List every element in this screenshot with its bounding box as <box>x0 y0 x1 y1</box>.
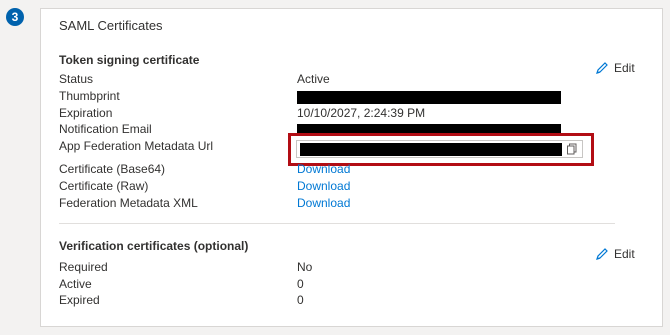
cert-raw-label: Certificate (Raw) <box>59 179 149 193</box>
pencil-icon <box>596 248 608 260</box>
notification-email-label: Notification Email <box>59 122 152 136</box>
verification-title: Verification certificates (optional) <box>59 239 249 253</box>
required-value: No <box>297 260 313 274</box>
required-label: Required <box>59 260 108 274</box>
section-divider <box>59 223 615 224</box>
thumbprint-label: Thumbprint <box>59 89 120 103</box>
status-row: Status Active <box>59 72 619 88</box>
expired-value: 0 <box>297 293 304 307</box>
metadata-url-redacted <box>300 143 562 156</box>
edit-label: Edit <box>614 247 635 261</box>
token-signing-title: Token signing certificate <box>59 53 200 67</box>
metadata-url-label: App Federation Metadata Url <box>59 139 214 153</box>
federation-xml-download-link[interactable]: Download <box>297 196 350 210</box>
expiration-label: Expiration <box>59 106 113 120</box>
card-title: SAML Certificates <box>59 18 163 33</box>
status-value: Active <box>297 72 330 86</box>
active-value: 0 <box>297 277 304 291</box>
expiration-value: 10/10/2027, 2:24:39 PM <box>297 106 426 120</box>
saml-certificates-card: SAML Certificates Token signing certific… <box>40 8 663 327</box>
required-row: Required No <box>59 260 619 276</box>
cert-base64-download-link[interactable]: Download <box>297 162 350 176</box>
metadata-url-field[interactable] <box>296 140 583 158</box>
expired-label: Expired <box>59 293 100 307</box>
cert-raw-download-link[interactable]: Download <box>297 179 350 193</box>
copy-icon[interactable] <box>566 143 578 155</box>
expired-row: Expired 0 <box>59 293 619 309</box>
cert-base64-label: Certificate (Base64) <box>59 162 166 176</box>
verification-edit-button[interactable]: Edit <box>595 247 635 261</box>
step-badge: 3 <box>6 8 24 26</box>
active-row: Active 0 <box>59 277 619 293</box>
thumbprint-redacted <box>297 91 561 104</box>
federation-xml-row: Federation Metadata XML Download <box>59 196 619 212</box>
federation-xml-label: Federation Metadata XML <box>59 196 198 210</box>
cert-base64-row: Certificate (Base64) Download <box>59 162 619 178</box>
active-label: Active <box>59 277 92 291</box>
status-label: Status <box>59 72 94 86</box>
thumbprint-row: Thumbprint <box>59 89 619 105</box>
expiration-row: Expiration 10/10/2027, 2:24:39 PM <box>59 106 619 122</box>
cert-raw-row: Certificate (Raw) Download <box>59 179 619 195</box>
